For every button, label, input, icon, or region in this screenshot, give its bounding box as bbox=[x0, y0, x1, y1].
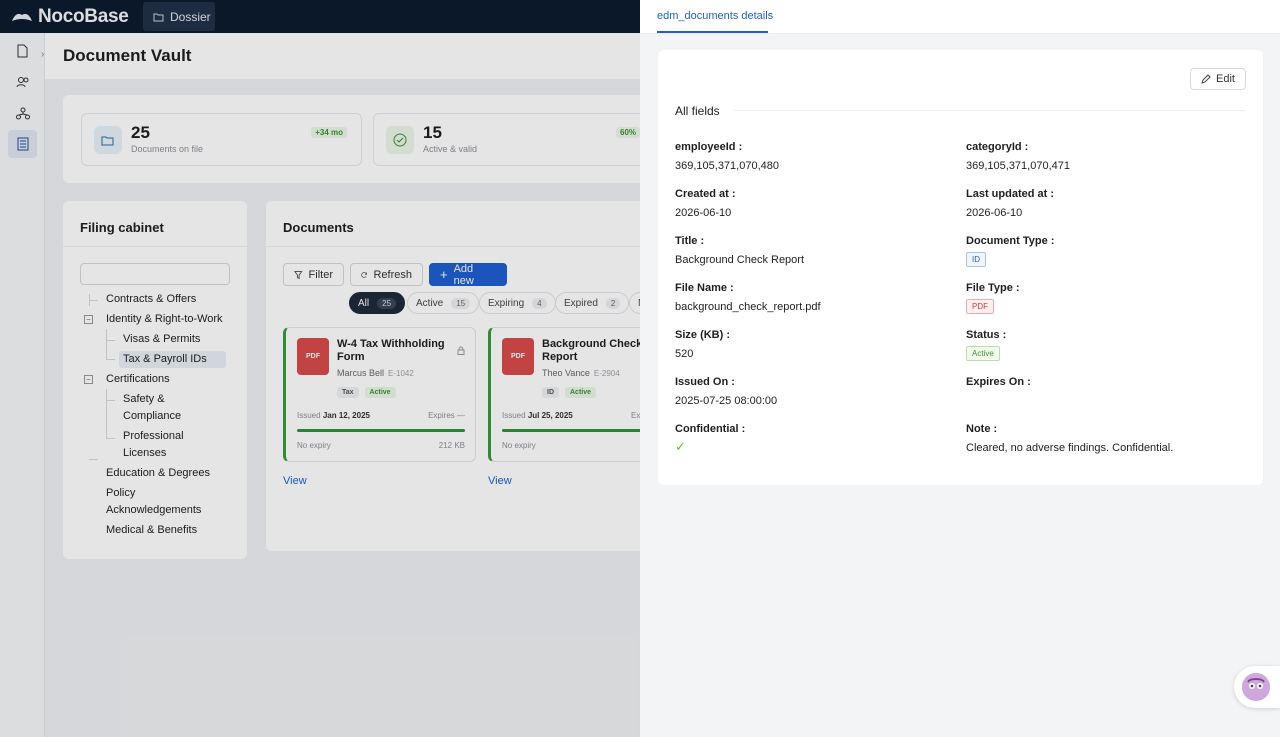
field-value-issued: 2025-07-25 08:00:00 bbox=[675, 395, 778, 407]
field-value-employee: 369,105,371,070,480 bbox=[675, 160, 779, 172]
field-value-updated: 2026-06-10 bbox=[966, 207, 1023, 219]
field-label-created: Created at : bbox=[675, 188, 736, 200]
field-value-created: 2026-06-10 bbox=[675, 207, 732, 219]
drawer-tab-bar: edm_documents details bbox=[640, 0, 1280, 34]
field-label-size: Size (KB) : bbox=[675, 329, 730, 341]
field-label-status: Status : bbox=[966, 329, 1007, 341]
field-label-filename: File Name : bbox=[675, 282, 734, 294]
field-label-title: Title : bbox=[675, 235, 705, 247]
field-label-confidential: Confidential : bbox=[675, 423, 746, 435]
field-value-size: 520 bbox=[675, 348, 694, 360]
field-value-filetype: PDF bbox=[966, 299, 994, 314]
edit-button[interactable]: Edit bbox=[1190, 68, 1246, 90]
details-drawer: edm_documents details Edit All fields em… bbox=[640, 0, 1280, 737]
field-label-updated: Last updated at : bbox=[966, 188, 1055, 200]
section-divider bbox=[734, 110, 1245, 111]
field-label-note: Note : bbox=[966, 423, 998, 435]
field-value-filename: background_check_report.pdf bbox=[675, 301, 821, 313]
field-label-category: categoryId : bbox=[966, 141, 1029, 153]
details-card: Edit All fields employeeId : 369,105,371… bbox=[658, 50, 1263, 485]
edit-icon bbox=[1201, 74, 1211, 84]
field-label-employee: employeeId : bbox=[675, 141, 743, 153]
ai-assistant-button[interactable] bbox=[1234, 666, 1280, 708]
tab-details[interactable]: edm_documents details bbox=[657, 10, 773, 22]
drawer-mask[interactable] bbox=[0, 0, 640, 737]
field-value-doctype: ID bbox=[966, 252, 986, 267]
assistant-avatar-icon bbox=[1242, 673, 1270, 701]
field-label-issued: Issued On : bbox=[675, 376, 735, 388]
check-icon: ✓ bbox=[675, 439, 686, 454]
field-value-note: Cleared, no adverse findings. Confidenti… bbox=[966, 442, 1174, 454]
tab-active-indicator bbox=[657, 31, 768, 33]
field-label-doctype: Document Type : bbox=[966, 235, 1055, 247]
section-title: All fields bbox=[675, 104, 720, 118]
field-label-filetype: File Type : bbox=[966, 282, 1020, 294]
edit-label: Edit bbox=[1216, 73, 1235, 85]
field-label-expires: Expires On : bbox=[966, 376, 1031, 388]
field-value-title: Background Check Report bbox=[675, 254, 805, 266]
field-value-category: 369,105,371,070,471 bbox=[966, 160, 1070, 172]
field-value-status: Active bbox=[966, 346, 1000, 361]
